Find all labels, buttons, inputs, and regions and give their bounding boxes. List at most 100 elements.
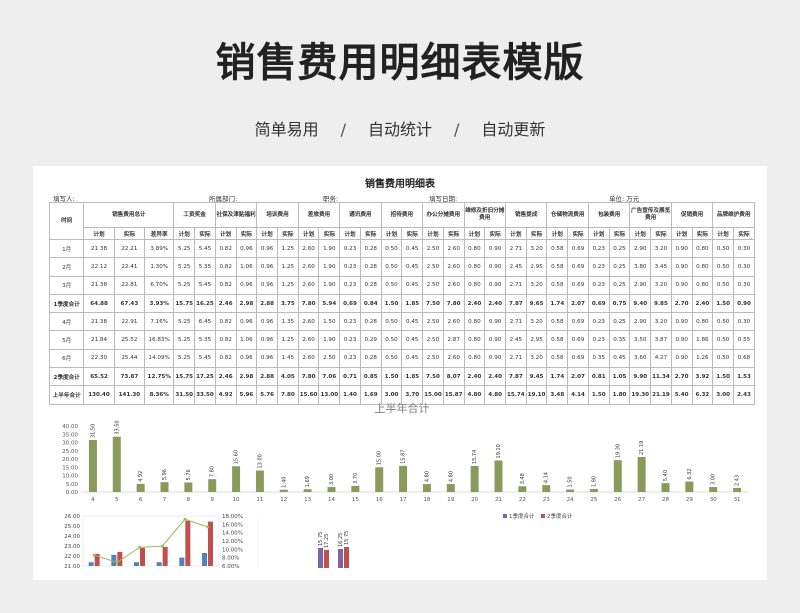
table-cell: 1.53 [732, 367, 756, 387]
table-cell: 2.40 [463, 367, 486, 387]
table-cell: 22.91 [113, 312, 146, 332]
table-cell: 2.60 [297, 275, 320, 295]
table-cell: 1.50 [318, 312, 341, 332]
table-cell: 0.50 [380, 257, 403, 277]
plan-header: 计划 [712, 227, 734, 240]
bar [136, 483, 145, 492]
table-cell: 1.25 [277, 330, 299, 350]
table-cell: 22.41 [113, 257, 146, 277]
table-cell: 4.05 [277, 367, 299, 387]
table-row: 6月 22.30 25.44 14.09% 5.25 5.45 0.82 0.96 0.96 1.… [48, 348, 756, 369]
bar [566, 489, 575, 492]
plan-header: 计划 [422, 227, 444, 240]
table-cell: 1.25 [277, 257, 299, 277]
table-cell: 0.45 [401, 257, 424, 277]
table-cell: 1.90 [318, 257, 341, 277]
bar [422, 484, 431, 492]
table-cell: 0.80 [463, 348, 486, 369]
table-cell: 2.50 [422, 275, 444, 295]
legend-label-q1: 1季度合计 [509, 512, 535, 520]
table-cell: 0.28 [359, 312, 382, 332]
group-header: 包装费用 [587, 202, 631, 228]
data-label: 19.10 [496, 444, 502, 458]
table-cell: 15.75 [173, 293, 196, 314]
table-cell: 3.45 [650, 257, 672, 277]
table-cell: 0.50 [380, 275, 403, 295]
table-cell: 21.38 [83, 275, 115, 295]
x-tick-label: 20 [471, 497, 478, 503]
data-label: 15.75 [344, 531, 350, 545]
y-tick-label: 5.00 [66, 482, 79, 488]
diff-rate-point [138, 545, 142, 549]
table-cell: 0.50 [380, 330, 403, 350]
table-cell: 2.50 [422, 348, 444, 369]
table-cell: 1.45 [277, 348, 299, 369]
table-cell: 0.68 [732, 348, 756, 369]
y-tick-label-left: 23.00 [64, 544, 80, 550]
table-cell: 0.23 [339, 312, 361, 332]
table-cell: 0.69 [339, 293, 361, 314]
table-cell: 2.90 [629, 275, 652, 295]
table-row: 4月 21.38 22.91 7.16% 5.25 6.45 0.82 0.96 0.96 1.3… [48, 312, 756, 332]
table-cell: 2.71 [505, 238, 527, 259]
table-cell: 21.38 [83, 238, 115, 259]
table-cell: 0.85 [359, 367, 382, 387]
y-tick-label-left: 25.00 [64, 524, 80, 530]
bar [494, 460, 503, 492]
table-cell: 16.25 [194, 293, 216, 314]
table-cell: 2.45 [505, 257, 527, 277]
plan-header: 计划 [587, 227, 610, 240]
table-cell: 3.20 [650, 238, 672, 259]
bar [613, 460, 622, 492]
table-cell: 2.50 [422, 257, 444, 277]
table-cell: 65.52 [83, 367, 115, 387]
bar [344, 547, 349, 568]
data-label: 3.48 [520, 473, 526, 484]
table-cell: 6.70% [144, 275, 175, 295]
legend-swatch-q1 [503, 514, 507, 518]
data-label: 17.25 [324, 534, 330, 548]
plan-header: 计划 [505, 227, 527, 240]
table-cell: 17.25 [194, 367, 216, 387]
y-tick-label: 20.00 [62, 457, 78, 463]
data-label: 31.50 [90, 424, 96, 438]
table-cell: 22.21 [113, 238, 146, 259]
bar [279, 489, 288, 492]
table-cell: 0.82 [214, 257, 237, 277]
table-cell: 1.26 [691, 348, 714, 369]
table-cell: 0.90 [484, 312, 506, 332]
table-cell: 0.23 [587, 275, 610, 295]
row-label: 2月 [48, 257, 85, 277]
data-label: 5.96 [162, 469, 168, 480]
table-cell: 2.90 [629, 238, 652, 259]
feature-tags: 简单易用 / 自动统计 / 自动更新 [0, 116, 800, 140]
table-cell: 2.98 [235, 293, 258, 314]
table-cell: 0.84 [359, 293, 382, 314]
table-cell: 9.65 [525, 293, 548, 314]
table-cell: 9.45 [525, 367, 548, 387]
table-cell: 0.45 [401, 275, 424, 295]
table-cell: 2.50 [422, 238, 444, 259]
table-cell: 0.50 [712, 312, 734, 332]
table-cell: 0.50 [380, 348, 403, 369]
table-cell: 16.83% [144, 330, 175, 350]
bar [709, 487, 718, 492]
x-tick-label: 31 [734, 497, 741, 503]
table-cell: 2.60 [297, 238, 320, 259]
actual-header: 实际 [318, 227, 341, 240]
table-cell: 0.50 [712, 348, 734, 369]
plan-header: 计划 [380, 227, 403, 240]
actual-header: 实际 [650, 227, 672, 240]
y-tick-label: 15.00 [62, 465, 78, 471]
x-tick-label: 7 [163, 497, 167, 503]
table-cell: 0.80 [463, 275, 486, 295]
table-cell: 9.40 [629, 293, 652, 314]
table-cell: 0.96 [256, 330, 278, 350]
table-cell: 0.75 [608, 293, 631, 314]
group-header: 销售费用总计 [83, 202, 175, 228]
table-cell: 2.46 [214, 293, 237, 314]
y-tick-label-left: 22.00 [64, 554, 80, 560]
bar [589, 489, 598, 492]
table-cell: 3.92 [691, 367, 714, 387]
row-label: 1月 [48, 238, 85, 259]
